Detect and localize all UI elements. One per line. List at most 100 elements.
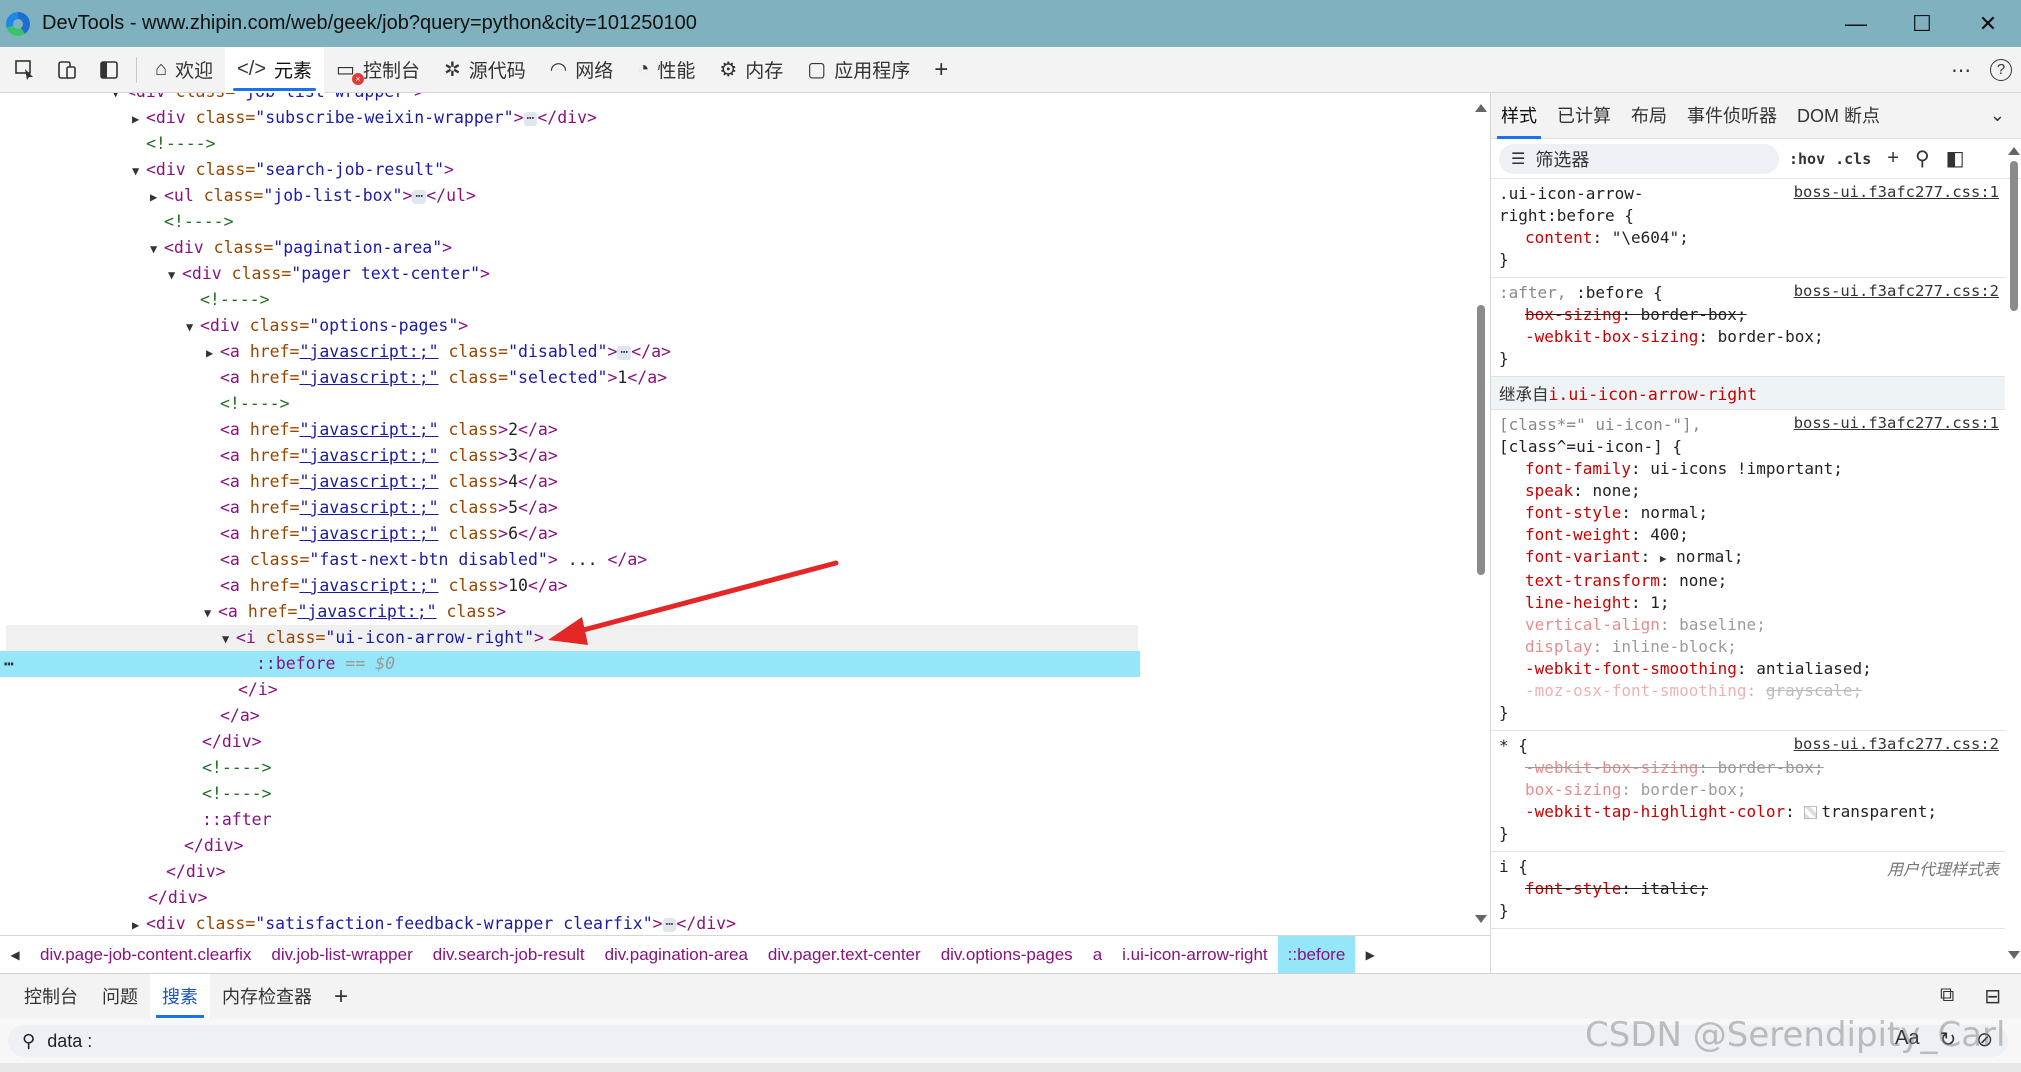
expand-triangle-icon[interactable]: ▶ xyxy=(132,106,146,132)
style-rule[interactable]: :after, :before { boss-ui.f3afc277.css:2… xyxy=(1491,278,2005,377)
inherited-class-link[interactable]: i.ui-icon-arrow-right xyxy=(1549,385,1758,404)
toggle-sidebar-icon[interactable]: ◧ xyxy=(1946,146,1965,171)
dom-node[interactable]: ▼ <div class="pagination-area"> xyxy=(0,235,1140,261)
maximize-button[interactable]: ☐ xyxy=(1889,0,1955,47)
tab-performance[interactable]: ◔ 性能 xyxy=(625,47,707,93)
rule-source-link[interactable]: boss-ui.f3afc277.css:1 xyxy=(1794,414,1999,432)
dom-comment[interactable]: <!----> xyxy=(0,391,1140,417)
styles-filter-input[interactable]: ☰ 筛选器 xyxy=(1499,143,1779,174)
drawer-tab-console[interactable]: 控制台 xyxy=(12,974,90,1020)
device-emulation-icon[interactable] xyxy=(46,47,88,93)
style-declaration-inactive[interactable]: vertical-align: baseline; xyxy=(1499,614,2005,636)
expand-triangle-icon[interactable]: ▶ xyxy=(132,912,146,935)
add-tab-button[interactable]: + xyxy=(922,47,960,93)
color-swatch-icon[interactable] xyxy=(1804,806,1818,819)
style-declaration-inactive[interactable]: display: inline-block; xyxy=(1499,636,2005,658)
dom-node[interactable]: ▼ <div class="pager text-center"> xyxy=(0,261,1140,287)
breadcrumb-item[interactable]: div.job-list-wrapper xyxy=(261,936,422,974)
dom-pseudo[interactable]: ::after xyxy=(0,807,1140,833)
breadcrumb-item[interactable]: i.ui-icon-arrow-right xyxy=(1112,936,1277,974)
styles-scrollbar[interactable] xyxy=(2007,141,2021,971)
style-declaration-invalid[interactable]: -moz-osx-font-smoothing: grayscale; xyxy=(1499,680,2005,702)
close-button[interactable]: ✕ xyxy=(1955,0,2021,47)
dom-node[interactable]: <a class="fast-next-btn disabled"> ... <… xyxy=(0,547,1140,573)
dom-close-tag[interactable]: </div> xyxy=(0,729,1140,755)
collapsed-ellipsis[interactable]: ⋯ xyxy=(617,345,632,360)
dom-comment[interactable]: <!----> xyxy=(0,781,1140,807)
inspect-element-icon[interactable] xyxy=(4,47,46,93)
scroll-up-icon[interactable] xyxy=(2008,147,2020,155)
style-rule[interactable]: * { boss-ui.f3afc277.css:2 -webkit-box-s… xyxy=(1491,731,2005,852)
dom-comment[interactable]: <!----> xyxy=(0,755,1140,781)
dom-node[interactable]: ▶ <div class="subscribe-weixin-wrapper"> ⋯… xyxy=(0,105,1140,131)
style-declaration[interactable]: font-family: ui-icons !important; xyxy=(1499,458,2005,480)
dom-node[interactable]: <a href="javascript:;" class>5</a> xyxy=(0,495,1140,521)
dom-node[interactable]: ▼ <a href="javascript:;" class> xyxy=(0,599,1140,625)
style-declaration-overridden[interactable]: -webkit-box-sizing: border-box; xyxy=(1499,757,2005,779)
paint-brush-icon[interactable]: ⚲ xyxy=(1915,146,1930,171)
style-declaration[interactable]: font-style: normal; xyxy=(1499,502,2005,524)
tab-event-listeners[interactable]: 事件侦听器 xyxy=(1677,93,1787,139)
expand-triangle-icon[interactable]: ▶ xyxy=(206,340,220,366)
tab-welcome[interactable]: ⌂ 欢迎 xyxy=(143,47,225,93)
style-declaration[interactable]: -webkit-font-smoothing: antialiased; xyxy=(1499,658,2005,680)
tab-dom-breakpoints[interactable]: DOM 断点 xyxy=(1787,93,1890,139)
style-declaration-overridden[interactable]: font-style: italic; xyxy=(1499,878,2005,900)
collapsed-ellipsis[interactable]: ⋯ xyxy=(523,111,538,126)
dom-close-tag[interactable]: </div> xyxy=(0,859,1140,885)
style-declaration-inactive[interactable]: box-sizing: border-box; xyxy=(1499,779,2005,801)
tab-application[interactable]: ▢ 应用程序 xyxy=(795,47,922,93)
dom-node[interactable]: <a href="javascript:;" class>10</a> xyxy=(0,573,1140,599)
scroll-up-icon[interactable] xyxy=(1475,104,1487,112)
scrollbar-thumb[interactable] xyxy=(2010,161,2018,311)
collapse-drawer-icon[interactable]: ⊟ xyxy=(1984,984,2001,1009)
tab-network[interactable]: ◠ 网络 xyxy=(538,47,625,93)
tab-sources[interactable]: ✲ 源代码 xyxy=(432,47,538,93)
dom-node[interactable]: ▶ <ul class="job-list-box"> ⋯ </ul> xyxy=(0,183,1140,209)
style-declaration[interactable]: text-transform: none; xyxy=(1499,570,2005,592)
dom-close-tag[interactable]: </div> xyxy=(0,833,1140,859)
breadcrumb-item[interactable]: a xyxy=(1083,936,1112,974)
breadcrumb-item[interactable]: div.page-job-content.clearfix xyxy=(30,936,261,974)
dom-node[interactable]: <a href="javascript:;" class>6</a> xyxy=(0,521,1140,547)
rule-source-link[interactable]: boss-ui.f3afc277.css:2 xyxy=(1794,282,1999,300)
dom-node-selected[interactable]: ⋯::before == $0 xyxy=(0,651,1140,677)
scrollbar-thumb[interactable] xyxy=(1477,305,1485,575)
dom-node[interactable]: <a href="javascript:;" class>4</a> xyxy=(0,469,1140,495)
dom-node[interactable]: <a href="javascript:;" class>3</a> xyxy=(0,443,1140,469)
expand-triangle-icon[interactable]: ▶ xyxy=(1660,552,1667,565)
dom-node[interactable]: ▼ <div class="search-job-result"> xyxy=(0,157,1140,183)
dom-node[interactable]: ▶ <a href="javascript:;" class="disabled"… xyxy=(0,339,1140,365)
breadcrumb-right-icon[interactable]: ▶ xyxy=(1355,948,1385,962)
breadcrumb-item[interactable]: div.pagination-area xyxy=(595,936,758,974)
node-actions-icon[interactable]: ⋯ xyxy=(4,651,14,677)
dock-drawer-icon[interactable]: ⧉ xyxy=(1940,984,1954,1009)
dom-comment[interactable]: <!----> xyxy=(0,131,1140,157)
dom-node[interactable]: <a href="javascript:;" class="selected">… xyxy=(0,365,1140,391)
tab-layout[interactable]: 布局 xyxy=(1621,93,1677,139)
minimize-button[interactable]: — xyxy=(1823,0,1889,47)
scroll-down-icon[interactable] xyxy=(2008,951,2020,959)
style-declaration[interactable]: -webkit-box-sizing: border-box; xyxy=(1499,326,2005,348)
breadcrumb-item[interactable]: div.pager.text-center xyxy=(758,936,931,974)
style-declaration[interactable]: content: "\e604"; xyxy=(1499,227,2005,249)
expand-triangle-icon[interactable]: ▶ xyxy=(150,184,164,210)
collapsed-ellipsis[interactable]: ⋯ xyxy=(662,917,677,932)
rule-selector[interactable]: [class^=ui-icon-] { xyxy=(1499,436,2005,458)
drawer-tab-issues[interactable]: 问题 xyxy=(90,974,150,1020)
tab-styles[interactable]: 样式 xyxy=(1491,93,1547,139)
rule-source-link[interactable]: boss-ui.f3afc277.css:2 xyxy=(1794,735,1999,753)
breadcrumb-left-icon[interactable]: ◀ xyxy=(0,948,30,962)
tab-computed[interactable]: 已计算 xyxy=(1547,93,1621,139)
more-options-icon[interactable]: ⋯ xyxy=(1941,47,1981,93)
elements-scrollbar[interactable] xyxy=(1474,100,1488,930)
breadcrumb-item-active[interactable]: ::before xyxy=(1277,935,1356,974)
dom-node-hovered[interactable]: ▼ <i class="ui-icon-arrow-right"> xyxy=(6,625,1138,651)
rule-source-link[interactable]: boss-ui.f3afc277.css:1 xyxy=(1794,183,1999,201)
style-declaration[interactable]: -webkit-tap-highlight-color: transparent… xyxy=(1499,801,2005,823)
style-rule[interactable]: .ui-icon-arrow- right:before { boss-ui.f… xyxy=(1491,179,2005,278)
new-rule-icon[interactable]: + xyxy=(1887,147,1899,170)
breadcrumb-item[interactable]: div.search-job-result xyxy=(423,936,595,974)
dom-close-tag[interactable]: </div> xyxy=(0,885,1140,911)
dom-comment[interactable]: <!----> xyxy=(0,287,1140,313)
